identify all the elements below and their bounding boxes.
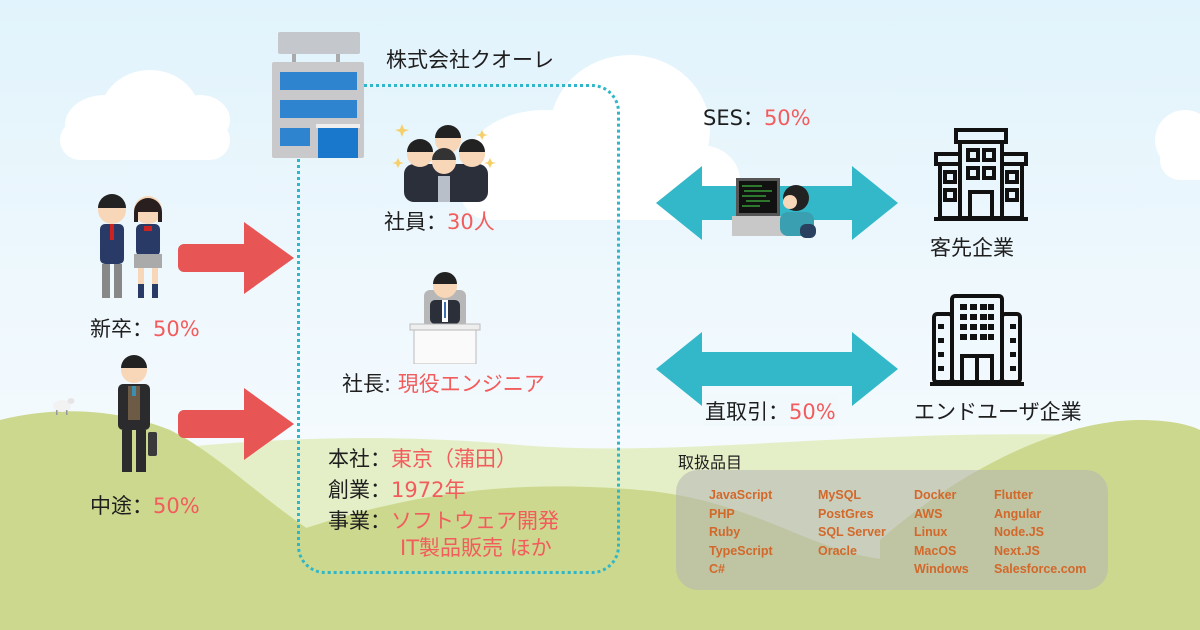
company-building-icon [272,32,364,158]
employees-stat: 社員：30人 [384,206,495,236]
president-stat: 社長: 現役エンジニア [342,368,545,398]
direct-stat: 直取引：50% [703,396,838,426]
client-company-label: 客先企業 [930,236,1014,260]
diagram-canvas: 株式会社クオーレ 社員：30人 社長: 現役エンジニア 本社：東京（蒲田） 創業… [0,0,1200,630]
business-label: 事業： [328,509,391,533]
president-label: 社長: [342,372,398,396]
end-user-company-label: エンドユーザ企業 [914,400,1082,424]
hq-label: 本社： [328,447,391,471]
product-item: JavaScript [709,488,773,502]
product-item: Angular [994,506,1042,521]
employees-label: 社員： [384,210,447,234]
product-item: Windows [914,562,969,576]
product-item: Flutter [994,488,1033,502]
product-item: Docker [914,488,957,502]
business-value-line2: IT製品販売 ほか [400,536,552,560]
product-item: Linux [914,525,948,539]
mid-career-stat: 中途：50% [90,490,200,520]
products-column-frameworks: Flutter Angular Node.JS Next.JS Salesfor… [994,486,1086,579]
client-company-building-icon [934,128,1028,221]
engineer-at-computer-icon [732,178,816,238]
new-grad-value: 50% [153,317,200,341]
mid-career-hire-icon [118,355,157,472]
product-item: PostGres [818,506,874,521]
product-item: Node.JS [994,525,1045,539]
product-item: MacOS [914,543,957,558]
direct-double-arrow-icon [656,332,898,406]
company-name: 株式会社クオーレ [386,48,554,72]
cloud-right [1155,110,1200,180]
new-graduates-icon [98,194,162,298]
new-grad-arrow-icon [178,222,294,294]
product-item: TypeScript [709,543,773,558]
founded-label: 創業： [328,478,391,502]
ses-label: SES： [703,106,764,130]
products-column-languages: JavaScript PHP Ruby TypeScript C# [709,486,773,579]
business-value-line1: ソフトウェア開発 [391,509,559,533]
cloud-left [60,70,230,160]
product-item: Oracle [818,543,857,558]
mid-career-arrow-icon [178,388,294,460]
product-item: Salesforce.com [994,562,1087,576]
business-stat: 事業：ソフトウェア開発 [328,505,559,535]
founded-value: 1972年 [391,478,466,502]
products-box: JavaScript PHP Ruby TypeScript C# MySQL … [676,470,1108,590]
product-item: PHP [709,506,735,521]
ses-value: 50% [763,106,811,130]
new-grad-label: 新卒： [90,317,153,341]
founded-stat: 創業：1972年 [328,474,465,504]
product-item: AWS [914,506,943,521]
product-item: Next.JS [994,543,1040,558]
product-item: C# [709,562,725,576]
employees-group-icon [392,124,496,202]
hq-stat: 本社：東京（蒲田） [328,443,517,473]
mid-career-value: 50% [153,494,200,518]
president-value: 現役エンジニア [397,372,545,396]
employees-value: 30人 [447,210,495,234]
clouds [60,55,1200,220]
product-item: SQL Server [818,525,886,539]
hq-value: 東京（蒲田） [391,447,517,471]
products-column-databases: MySQL PostGres SQL Server Oracle [818,486,886,560]
product-item: Ruby [709,525,741,539]
president-at-desk-icon [409,272,481,364]
new-grad-stat: 新卒：50% [90,313,200,343]
product-item: MySQL [818,488,862,502]
direct-label: 直取引： [705,400,789,424]
ses-stat: SES：50% [703,102,811,132]
products-column-platforms: Docker AWS Linux MacOS Windows [914,486,969,579]
mid-career-label: 中途： [90,494,153,518]
direct-value: 50% [789,400,836,424]
end-user-company-building-icon [930,294,1024,386]
